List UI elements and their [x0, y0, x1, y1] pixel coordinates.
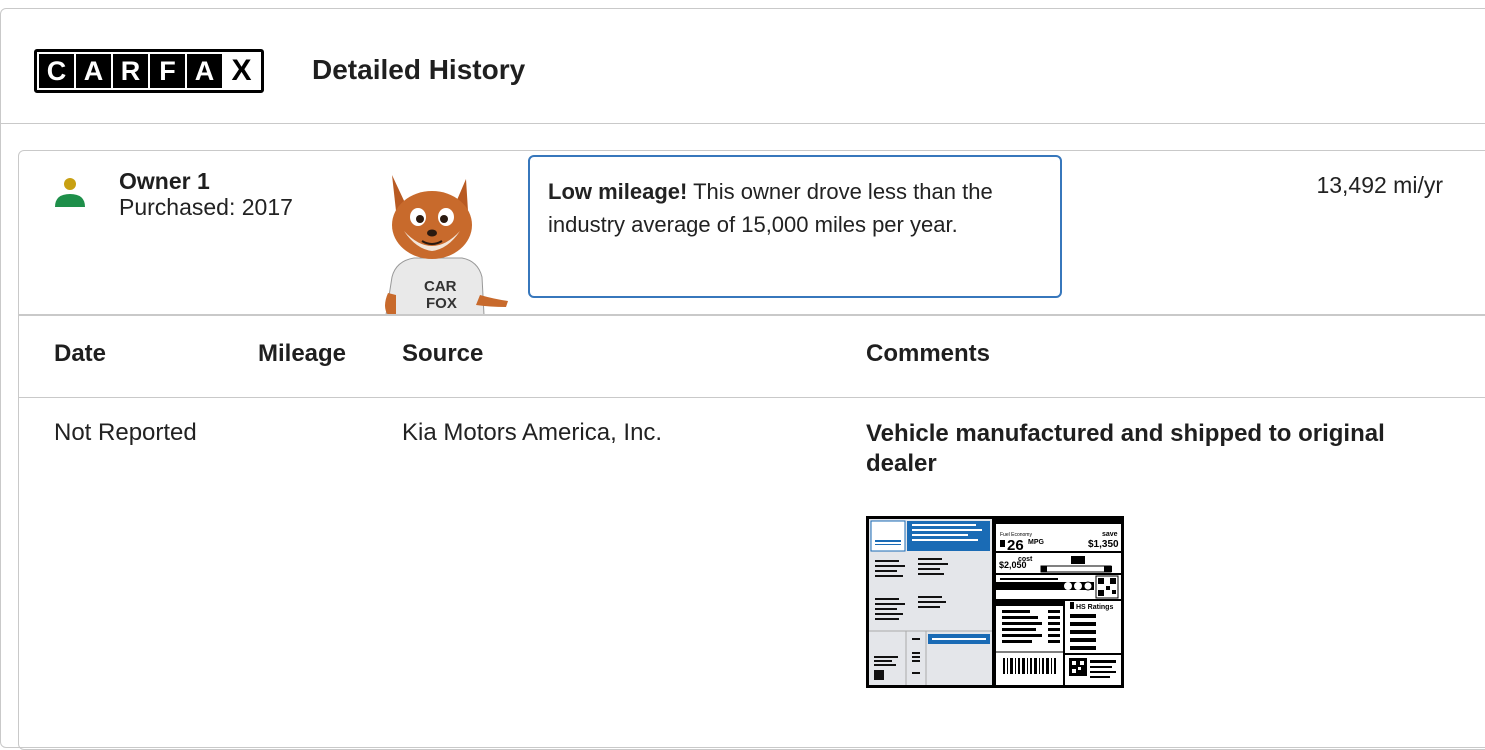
column-header-mileage: Mileage	[258, 340, 347, 367]
person-icon	[55, 178, 85, 207]
owner-purchase-date: Purchased: 2017	[119, 194, 293, 220]
row-source: Kia Motors America, Inc.	[402, 419, 663, 446]
svg-text:CAR: CAR	[424, 278, 457, 295]
low-mileage-callout: Low mileage! This owner drove less than …	[528, 155, 1062, 298]
row-date: Not Reported	[54, 419, 197, 446]
column-header-date: Date	[54, 340, 107, 367]
sticker-mpg-unit: MPG	[1028, 539, 1045, 546]
logo-letter: R	[113, 54, 148, 88]
callout-highlight: Low mileage!	[548, 179, 688, 204]
report-header: C A R F A X Detailed History	[0, 8, 1485, 124]
row-comment: Vehicle manufactured and shipped to orig…	[866, 420, 1385, 477]
carfax-fox-mascot-icon: CAR FOX	[385, 175, 508, 316]
owner-name: Owner 1	[119, 168, 210, 194]
annual-mileage: 13,492 mi/yr	[1316, 172, 1443, 198]
logo-letter: C	[39, 54, 74, 88]
page-title: Detailed History	[312, 54, 526, 85]
logo-letter: F	[150, 54, 185, 88]
logo-letter: A	[187, 54, 222, 88]
history-table-header	[18, 314, 1485, 398]
sticker-save-label: save	[1102, 531, 1118, 538]
column-header-source: Source	[402, 340, 484, 367]
sticker-ratings-label: HS Ratings	[1076, 604, 1113, 611]
carfax-logo: C A R F A X	[34, 49, 264, 93]
sticker-annual-cost: $2,050	[999, 560, 1027, 570]
column-header-comments: Comments	[866, 340, 991, 367]
window-sticker-thumbnail[interactable]: Fuel Economy 26 MPG save $1,350 cost $2,…	[866, 516, 1124, 688]
svg-text:FOX: FOX	[426, 295, 457, 312]
logo-letter: X	[224, 54, 259, 88]
sticker-save-amount: $1,350	[1088, 539, 1119, 550]
logo-letter: A	[76, 54, 111, 88]
